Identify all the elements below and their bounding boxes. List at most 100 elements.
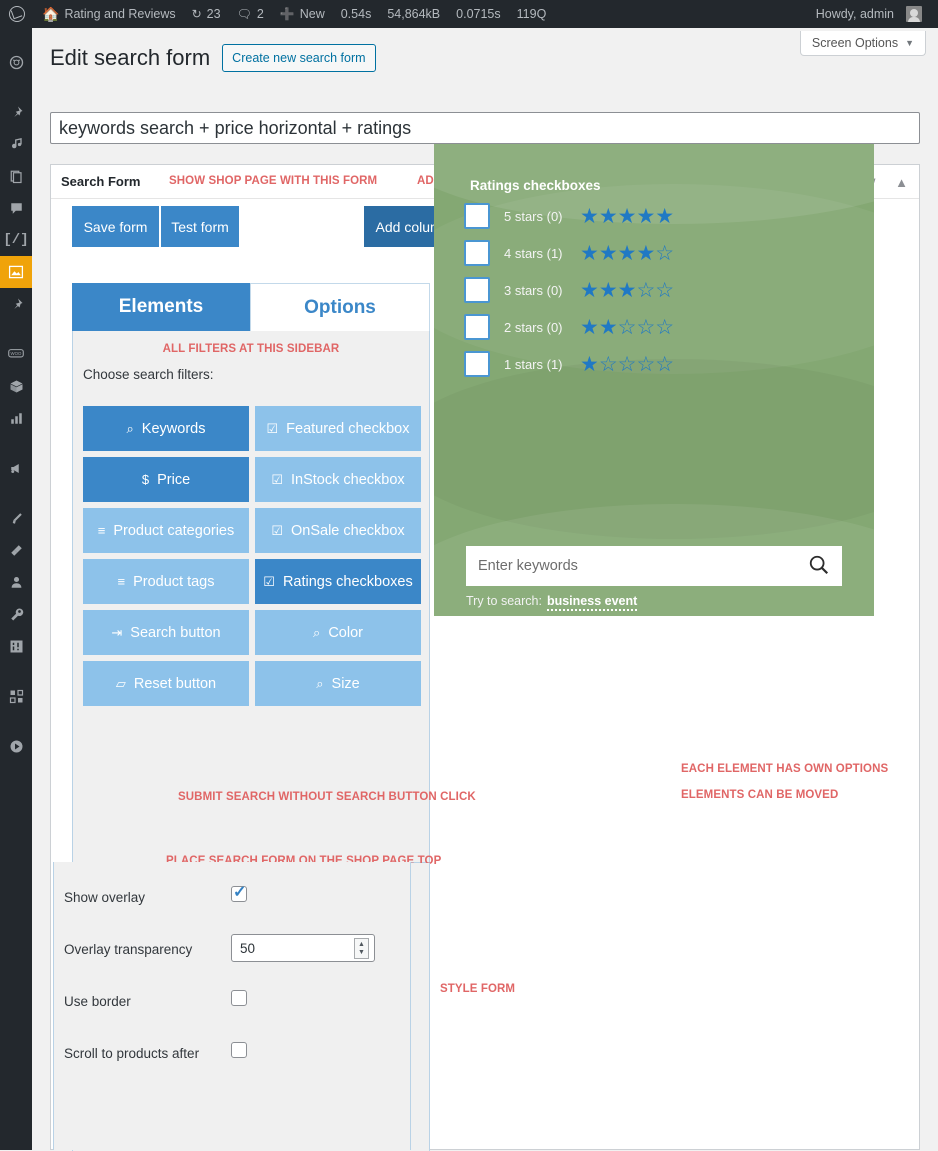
spinner-stepper[interactable]: ▲ ▼: [354, 938, 369, 959]
content-area: Screen Options ▼ Edit search form Create…: [32, 28, 938, 1151]
metric-db-time[interactable]: 0.0715s: [448, 0, 508, 28]
filter-button-ratings-checkboxes[interactable]: ☑ Ratings checkboxes: [255, 559, 421, 604]
sidebar-spacer-top: [0, 28, 32, 46]
search-icon: ⌕: [313, 624, 321, 640]
avatar: [906, 6, 922, 22]
screen-options-label: Screen Options: [811, 36, 899, 50]
filter-button-instock-checkbox[interactable]: ☑ InStock checkbox: [255, 457, 421, 502]
show-overlay-checkbox[interactable]: [231, 882, 247, 902]
rating-row[interactable]: 3 stars (0) ★★★☆☆: [464, 277, 674, 303]
rating-checkbox-4[interactable]: [464, 240, 490, 266]
new-content-menu[interactable]: ➕ New: [272, 0, 333, 28]
sidebar-item-woocommerce[interactable]: WOO: [0, 338, 32, 370]
metric-load-time[interactable]: 0.54s: [333, 0, 380, 28]
site-name-menu[interactable]: 🏠 Rating and Reviews: [34, 0, 184, 28]
wordpress-logo-button[interactable]: [0, 0, 34, 28]
star-rating-2: ★★☆☆☆: [580, 315, 675, 339]
filter-button-keywords[interactable]: ⌕ Keywords: [83, 406, 249, 451]
checkbox-icon: ☑: [263, 573, 275, 589]
ratings-title: Ratings checkboxes: [470, 178, 601, 193]
filter-button-featured-checkbox[interactable]: ☑ Featured checkbox: [255, 406, 421, 451]
rating-checkbox-1[interactable]: [464, 351, 490, 377]
sidebar-item-search-form[interactable]: [0, 256, 40, 288]
rating-row[interactable]: 5 stars (0) ★★★★★: [464, 203, 674, 229]
sidebar-item-code[interactable]: [/]: [0, 224, 32, 256]
spinner-down-icon[interactable]: ▼: [358, 949, 365, 957]
filter-button-product-tags[interactable]: ≡ Product tags: [83, 559, 249, 604]
rating-row[interactable]: 4 stars (1) ★★★★☆: [464, 240, 674, 266]
note-elements-can-be-moved: ELEMENTS CAN BE MOVED: [681, 789, 839, 801]
sidebar-item-plugins[interactable]: [0, 534, 32, 566]
updates-menu[interactable]: ↻ 23: [184, 0, 229, 28]
test-form-button[interactable]: Test form: [161, 206, 239, 247]
filter-label: Featured checkbox: [286, 420, 410, 437]
filter-button-reset-button[interactable]: ▱ Reset button: [83, 661, 249, 706]
spinner-up-icon[interactable]: ▲: [358, 941, 365, 949]
tab-options[interactable]: Options: [250, 283, 430, 331]
list-icon: ≡: [97, 523, 106, 538]
filter-label: Price: [157, 471, 191, 488]
save-form-button[interactable]: Save form: [72, 206, 159, 247]
rating-checkbox-3[interactable]: [464, 277, 490, 303]
pin-icon: [9, 297, 24, 312]
form-name-input[interactable]: keywords search + price horizontal + rat…: [50, 112, 920, 144]
rating-row[interactable]: 1 stars (1) ★☆☆☆☆: [464, 351, 674, 377]
rating-checkbox-2[interactable]: [464, 314, 490, 340]
sidebar-item-pages[interactable]: [0, 160, 32, 192]
filter-button-grid: ⌕ Keywords ☑ Featured checkbox $ Price ☑…: [83, 406, 421, 706]
filter-button-onsale-checkbox[interactable]: ☑ OnSale checkbox: [255, 508, 421, 553]
keywords-search-input[interactable]: Enter keywords: [466, 546, 842, 586]
admin-sidebar: [/] WOO: [0, 28, 40, 1150]
tools-wrench-icon: [9, 607, 24, 622]
wordpress-logo-icon: [9, 6, 25, 22]
option-label: Overlay transparency: [64, 942, 193, 957]
filter-button-size[interactable]: ⌕ Size: [255, 661, 421, 706]
filter-label: InStock checkbox: [291, 471, 405, 488]
comment-bubble-icon: 🗨: [236, 7, 252, 21]
sidebar-item-marketing[interactable]: [0, 452, 32, 484]
sidebar-item-posts[interactable]: [0, 96, 32, 128]
try-to-search-term[interactable]: business event: [546, 594, 638, 611]
checkbox-icon: ☑: [271, 522, 283, 538]
sidebar-item-player[interactable]: [0, 730, 32, 762]
tab-elements[interactable]: Elements: [72, 283, 250, 331]
filter-button-price[interactable]: $ Price: [83, 457, 249, 502]
metric-memory[interactable]: 54,864kB: [379, 0, 448, 28]
option-control: [231, 882, 247, 905]
marketing-megaphone-icon: [9, 461, 24, 476]
create-new-search-form-button[interactable]: Create new search form: [222, 44, 376, 72]
sidebar-item-comments[interactable]: [0, 192, 32, 224]
sidebar-item-settings[interactable]: [0, 630, 32, 662]
login-arrow-icon: ⇥: [111, 624, 123, 640]
rating-row[interactable]: 2 stars (0) ★★☆☆☆: [464, 314, 674, 340]
filter-button-search-button[interactable]: ⇥ Search button: [83, 610, 249, 655]
search-icon[interactable]: [808, 554, 830, 579]
comments-menu[interactable]: 🗨 2: [229, 0, 272, 28]
sidebar-item-users[interactable]: [0, 566, 32, 598]
page-header: Edit search form Create new search form: [50, 44, 376, 72]
sidebar-item-tools[interactable]: [0, 598, 32, 630]
use-border-checkbox[interactable]: [231, 990, 247, 1006]
sidebar-item-grid[interactable]: [0, 680, 32, 712]
dashboard-icon: [9, 55, 24, 70]
scroll-to-products-checkbox[interactable]: [231, 1042, 247, 1058]
posts-pin-icon: [9, 105, 24, 120]
filter-label: Keywords: [141, 420, 206, 437]
filter-button-color[interactable]: ⌕ Color: [255, 610, 421, 655]
sidebar-item-analytics[interactable]: [0, 402, 32, 434]
rating-label: 3 stars (0): [504, 282, 563, 298]
code-icon: [/]: [3, 232, 29, 248]
overlay-transparency-input[interactable]: 50 ▲ ▼: [231, 934, 375, 962]
filter-button-product-categories[interactable]: ≡ Product categories: [83, 508, 249, 553]
sidebar-item-dashboard[interactable]: [0, 46, 32, 78]
rating-checkbox-5[interactable]: [464, 203, 490, 229]
filter-label: Product tags: [133, 573, 215, 590]
metric-queries[interactable]: 119Q: [509, 0, 555, 28]
sidebar-item-appearance[interactable]: [0, 502, 32, 534]
sidebar-item-products[interactable]: [0, 370, 32, 402]
sidebar-item-media[interactable]: [0, 128, 32, 160]
my-account-menu[interactable]: Howdy, admin: [808, 0, 938, 28]
sidebar-item-pinned[interactable]: [0, 288, 32, 320]
toggle-panel-icon[interactable]: ▲: [890, 173, 913, 192]
screen-options-button[interactable]: Screen Options ▼: [799, 31, 926, 56]
